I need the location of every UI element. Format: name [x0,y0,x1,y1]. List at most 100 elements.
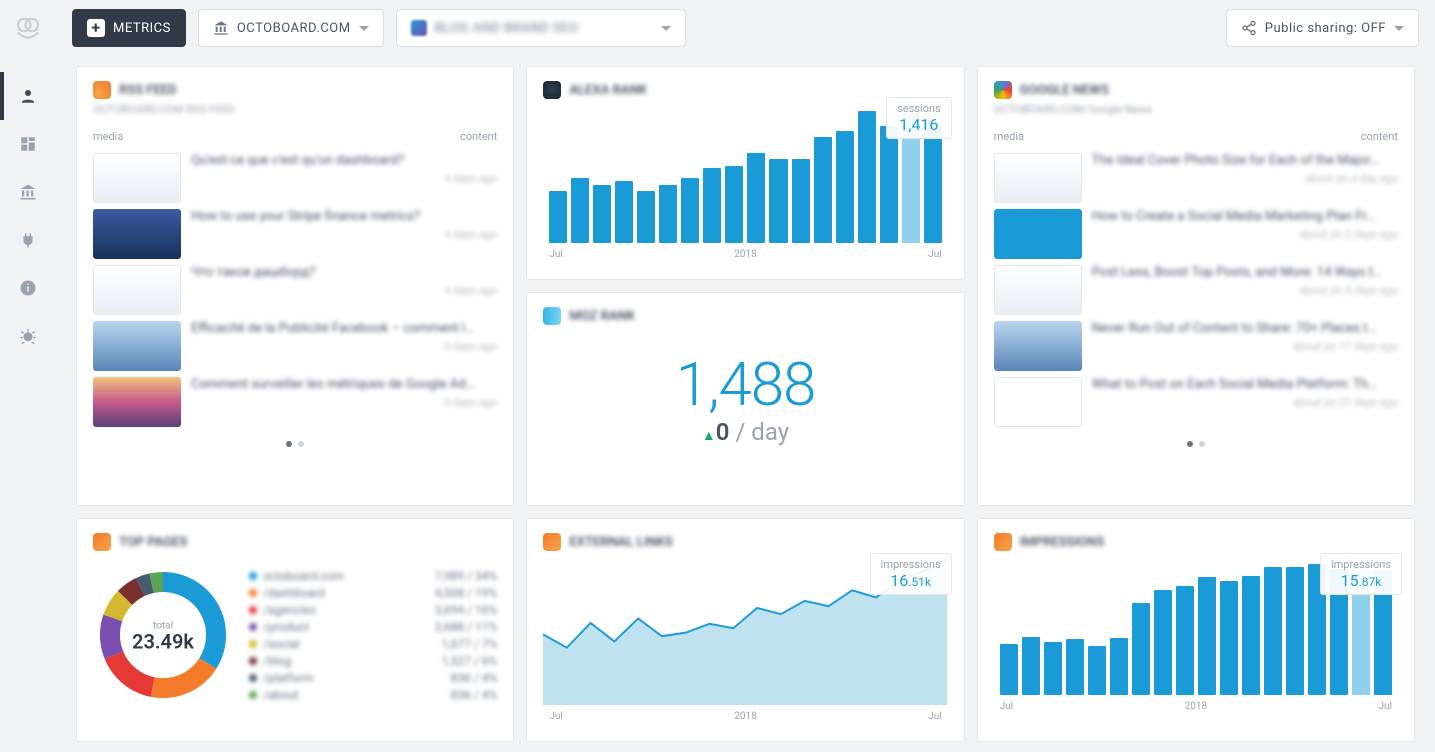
col-media: media [93,130,123,143]
nav-bug-icon[interactable] [0,312,56,360]
thumb [93,265,181,315]
legend-row: /dashboard4,508 / 19% [249,586,497,600]
bar [924,122,942,243]
up-triangle-icon: ▲ [702,428,716,444]
axis-label: Jul [1379,701,1392,712]
pagination-dots[interactable] [93,441,497,447]
feed-title: The Ideal Cover Photo Size for Each of t… [1092,153,1398,170]
badge-label: impressions [1331,558,1391,571]
card-title: RSS FEED [119,83,177,98]
bar [549,191,567,243]
metric-badge: impressions 16.51k [870,553,952,595]
col-content: content [1361,130,1398,143]
feed-time: about an a day ago [1092,172,1398,185]
feed-time: 4 days ago [191,228,497,241]
legend-row: /blog1,327 / 6% [249,654,497,668]
bar [858,111,876,243]
feed-title: Never Run Out of Content to Share: 70+ P… [1092,321,1398,338]
nav-info-icon[interactable] [0,264,56,312]
brand-logo-icon [10,12,46,48]
thumb [994,153,1082,203]
impressions-icon [994,533,1012,551]
metrics-label: METRICS [113,21,171,36]
feed-time: 4 days ago [191,284,497,297]
bar [792,159,810,243]
thumb [994,209,1082,259]
thumb [994,377,1082,427]
feed-time: 4 days ago [191,172,497,185]
pages-icon [93,533,111,551]
nav-account-icon[interactable] [0,72,56,120]
feed-row[interactable]: Comment surveiller les métriques de Goog… [93,377,497,427]
feed-time: 5 days ago [191,396,497,409]
bar [593,185,611,243]
bar [1264,567,1282,695]
moz-value: 1,488 [543,349,947,420]
feed-row[interactable]: What to Post on Each Social Media Platfo… [994,377,1398,427]
thumb [93,321,181,371]
nav-plug-icon[interactable] [0,216,56,264]
col-content: content [460,130,497,143]
sharing-label: Public sharing: OFF [1265,21,1386,36]
feed-title: Post Less, Boost Top Posts, and More: 14… [1092,265,1398,282]
feed-row[interactable]: Qu'est-ce que c'est qu'un dashboard? 4 da… [93,153,497,203]
card-title: GOOGLE NEWS [1020,83,1109,98]
nav-bank-icon[interactable] [0,168,56,216]
donut-total: 23.49k [132,629,194,653]
thumb [994,321,1082,371]
page-dropdown[interactable]: BLOG AND BRAND SEO [396,9,686,47]
bar [703,168,721,243]
feed-row[interactable]: The Ideal Cover Photo Size for Each of t… [994,153,1398,203]
bar [637,191,655,243]
add-metrics-button[interactable]: + METRICS [72,9,186,47]
feed-row[interactable]: How to use your Stripe finance metrics?4… [93,209,497,259]
card-title: TOP PAGES [119,535,187,550]
card-impressions: IMPRESSIONS impressions 15.87k Jul2018Ju… [977,518,1415,742]
bar [1044,642,1062,695]
site-dropdown[interactable]: OCTOBOARD.COM [198,9,384,47]
bank-icon [213,20,229,36]
metric-badge: sessions 1,416 [886,97,952,139]
badge-label: impressions [881,558,941,571]
feed-row[interactable]: Что такое дашборд? 4 days ago [93,265,497,315]
legend-row: octoboard.com7,989 / 34% [249,569,497,583]
badge-value: 15.87k [1331,571,1391,590]
nav-dashboard-icon[interactable] [0,120,56,168]
card-alexa-rank: ALEXA RANK sessions 1,416 Jul2018Jul [526,66,964,280]
bar [747,153,765,243]
page-label: BLOG AND BRAND SEO [435,21,579,36]
axis-label: Jul [928,249,941,260]
feed-time: about an 4 days ago [1092,284,1398,297]
public-sharing-toggle[interactable]: Public sharing: OFF [1226,9,1419,47]
feed-row[interactable]: Post Less, Boost Top Posts, and More: 14… [994,265,1398,315]
feed-row[interactable]: Never Run Out of Content to Share: 70+ P… [994,321,1398,371]
legend-row: /about836 / 4% [249,688,497,702]
thumb [994,265,1082,315]
card-title: ALEXA RANK [569,83,647,98]
pagination-dots[interactable] [994,441,1398,447]
topbar: + METRICS OCTOBOARD.COM BLOG AND BRAND S… [56,0,1435,56]
chevron-down-icon [359,26,369,36]
bar [1286,567,1304,695]
card-google-news: GOOGLE NEWS OCTOBOARD.COM Google News me… [977,66,1415,506]
bar [1088,646,1106,695]
google-icon [994,81,1012,99]
bar [880,126,898,243]
feed-title: Что такое дашборд? [191,265,497,282]
feed-title: Qu'est-ce que c'est qu'un dashboard? [191,153,497,170]
badge-value: 16.51k [881,571,941,590]
feed-time: about an 2 days ago [1092,228,1398,241]
axis-label: Jul [549,711,562,722]
sidebar [0,0,56,752]
thumb [93,377,181,427]
bar [1154,590,1172,695]
feed-title: How to Create a Social Media Marketing P… [1092,209,1398,226]
bar [769,159,787,243]
legend-row: /social1,677 / 7% [249,637,497,651]
feed-row[interactable]: Efficacité de la Publicité Facebook – co… [93,321,497,371]
feed-row[interactable]: How to Create a Social Media Marketing P… [994,209,1398,259]
rss-icon [93,81,111,99]
chevron-down-icon [1394,26,1404,36]
bar [1066,639,1084,695]
site-label: OCTOBOARD.COM [237,21,351,36]
